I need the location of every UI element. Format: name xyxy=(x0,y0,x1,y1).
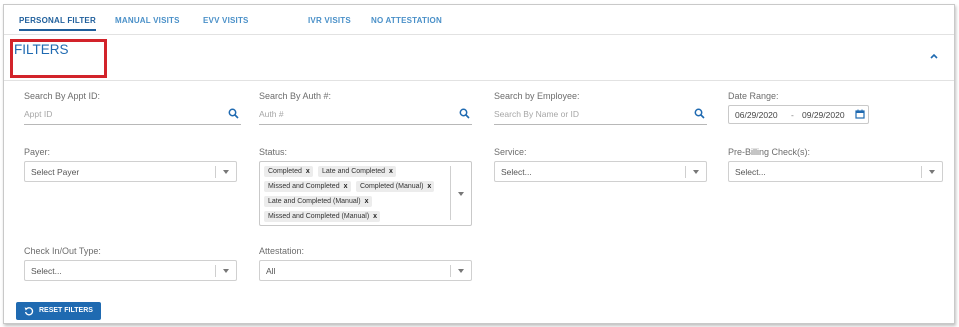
remove-chip-icon[interactable]: x xyxy=(427,183,431,190)
reset-icon xyxy=(24,307,34,316)
auth-placeholder: Auth # xyxy=(259,109,284,119)
service-label: Service: xyxy=(494,147,527,157)
employee-label: Search by Employee: xyxy=(494,91,580,101)
chevron-down-icon[interactable] xyxy=(458,269,464,273)
status-field: Status: Completed x Late and Completed x M… xyxy=(259,147,472,229)
tab-bar: PERSONAL FILTER MANUAL VISITS EVV VISITS… xyxy=(4,5,954,35)
appt-id-input[interactable]: Appt ID xyxy=(24,107,241,125)
chevron-down-icon[interactable] xyxy=(458,192,464,196)
remove-chip-icon[interactable]: x xyxy=(365,198,369,205)
chevron-down-icon[interactable] xyxy=(929,170,935,174)
date-end[interactable]: 09/29/2020 xyxy=(802,110,845,120)
auth-field: Search By Auth #: Auth # xyxy=(259,91,472,131)
date-range-label: Date Range: xyxy=(728,91,779,101)
service-select[interactable]: Select... xyxy=(494,161,707,182)
appt-id-label: Search By Appt ID: xyxy=(24,91,101,101)
select-separator xyxy=(450,166,451,220)
status-chip: Missed and Completed x xyxy=(264,181,351,192)
employee-field: Search by Employee: Search By Name or ID xyxy=(494,91,707,131)
tab-manual-visits[interactable]: MANUAL VISITS xyxy=(115,16,180,25)
payer-select[interactable]: Select Payer xyxy=(24,161,237,182)
payer-field: Payer: Select Payer xyxy=(24,147,237,187)
tab-personal-filter[interactable]: PERSONAL FILTER xyxy=(19,16,96,31)
attestation-label: Attestation: xyxy=(259,246,305,256)
check-type-value: Select... xyxy=(31,266,62,276)
select-separator xyxy=(921,166,922,178)
chevron-down-icon[interactable] xyxy=(693,170,699,174)
service-field: Service: Select... xyxy=(494,147,707,187)
appt-id-field: Search By Appt ID: Appt ID xyxy=(24,91,241,131)
appt-id-placeholder: Appt ID xyxy=(24,109,53,119)
reset-filters-button[interactable]: RESET FILTERS xyxy=(16,302,101,320)
auth-input[interactable]: Auth # xyxy=(259,107,472,125)
status-multiselect[interactable]: Completed x Late and Completed x Missed an… xyxy=(259,161,472,226)
chevron-down-icon[interactable] xyxy=(223,170,229,174)
payer-value: Select Payer xyxy=(31,167,80,177)
search-icon[interactable] xyxy=(694,108,705,119)
check-type-select[interactable]: Select... xyxy=(24,260,237,281)
tab-no-attestation[interactable]: NO ATTESTATION xyxy=(371,16,442,25)
prebilling-field: Pre-Billing Check(s): Select... xyxy=(728,147,943,187)
date-range-input[interactable]: 06/29/2020 - 09/29/2020 xyxy=(728,105,869,124)
chip-label: Completed (Manual) xyxy=(360,183,424,190)
search-icon[interactable] xyxy=(459,108,470,119)
payer-label: Payer: xyxy=(24,147,51,157)
chip-label: Missed and Completed xyxy=(268,183,340,190)
attestation-value: All xyxy=(266,266,276,276)
search-icon[interactable] xyxy=(228,108,239,119)
status-chip: Late and Completed x xyxy=(318,166,396,177)
calendar-icon[interactable] xyxy=(855,109,865,119)
chip-label: Late and Completed (Manual) xyxy=(268,198,361,205)
check-type-field: Check In/Out Type: Select... xyxy=(24,246,237,286)
attestation-field: Attestation: All xyxy=(259,246,472,286)
chevron-down-icon[interactable] xyxy=(223,269,229,273)
attestation-select[interactable]: All xyxy=(259,260,472,281)
filters-header[interactable]: FILTERS xyxy=(4,35,954,81)
chip-label: Late and Completed xyxy=(322,168,386,175)
reset-filters-label: RESET FILTERS xyxy=(39,307,93,314)
remove-chip-icon[interactable]: x xyxy=(389,168,393,175)
chip-label: Missed and Completed (Manual) xyxy=(268,213,370,220)
employee-input[interactable]: Search By Name or ID xyxy=(494,107,707,125)
select-separator xyxy=(685,166,686,178)
prebilling-value: Select... xyxy=(735,167,766,177)
select-separator xyxy=(450,265,451,277)
status-chip: Missed and Completed (Manual) x xyxy=(264,211,381,222)
check-type-label: Check In/Out Type: xyxy=(24,246,101,256)
date-start[interactable]: 06/29/2020 xyxy=(735,110,778,120)
chevron-up-icon[interactable] xyxy=(929,51,939,61)
status-label: Status: xyxy=(259,147,288,157)
remove-chip-icon[interactable]: x xyxy=(344,183,348,190)
prebilling-select[interactable]: Select... xyxy=(728,161,943,182)
status-chip: Completed (Manual) x xyxy=(356,181,435,192)
remove-chip-icon[interactable]: x xyxy=(373,213,377,220)
prebilling-label: Pre-Billing Check(s): xyxy=(728,147,811,157)
remove-chip-icon[interactable]: x xyxy=(306,168,310,175)
filters-title: FILTERS xyxy=(14,42,69,57)
status-chip: Late and Completed (Manual) x xyxy=(264,196,372,207)
select-separator xyxy=(215,265,216,277)
auth-label: Search By Auth #: xyxy=(259,91,332,101)
chip-label: Completed xyxy=(268,168,302,175)
select-separator xyxy=(215,166,216,178)
tab-ivr-visits[interactable]: IVR VISITS xyxy=(308,16,351,25)
tab-evv-visits[interactable]: EVV VISITS xyxy=(203,16,249,25)
date-separator: - xyxy=(791,110,794,120)
status-chip: Completed x xyxy=(264,166,313,177)
date-range-field: Date Range: 06/29/2020 - 09/29/2020 xyxy=(728,91,873,131)
filter-panel: PERSONAL FILTER MANUAL VISITS EVV VISITS… xyxy=(3,4,955,324)
service-value: Select... xyxy=(501,167,532,177)
employee-placeholder: Search By Name or ID xyxy=(494,109,580,119)
